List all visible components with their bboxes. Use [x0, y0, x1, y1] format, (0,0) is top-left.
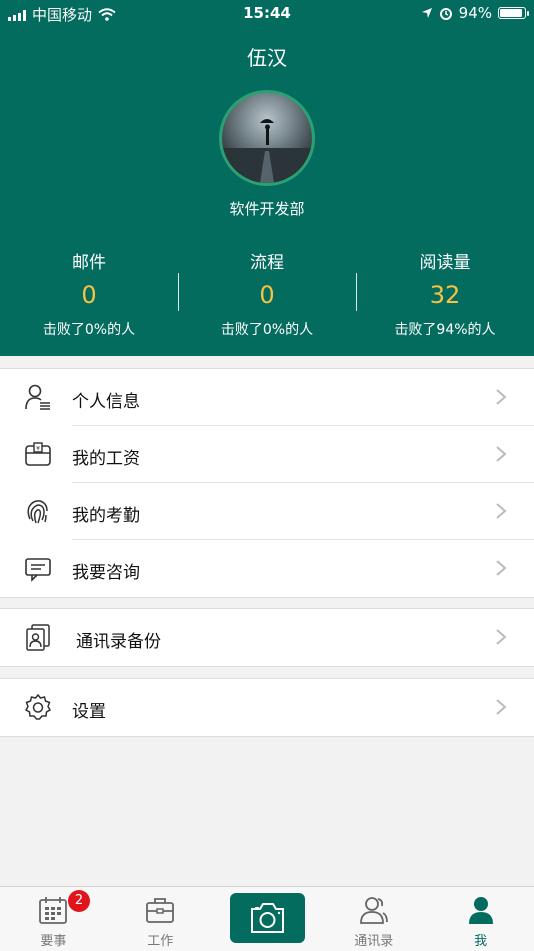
tab-contacts[interactable]: 通讯录: [320, 887, 427, 951]
menu-item-attendance[interactable]: 我的考勤: [0, 483, 534, 540]
menu-label: 个人信息: [72, 392, 140, 412]
menu-item-consult[interactable]: 我要咨询: [0, 540, 534, 597]
stat-subtitle: 击败了0%的人: [42, 322, 136, 338]
menu-group-backup: 通讯录备份: [0, 608, 534, 667]
tab-label: 通讯录: [354, 934, 394, 949]
fingerprint-icon: [27, 500, 48, 524]
message-icon: [25, 558, 51, 582]
calendar-icon: [39, 897, 68, 924]
person-icon: [468, 897, 493, 924]
tab-important[interactable]: 2 要事: [0, 887, 107, 951]
stat-value: 32: [429, 281, 461, 309]
briefcase-icon: [146, 898, 175, 923]
stat-title: 流程: [250, 253, 284, 273]
location-icon: [421, 8, 432, 18]
stat-title: 邮件: [72, 253, 106, 273]
contacts-backup-icon: [26, 624, 50, 651]
tab-me[interactable]: 我: [427, 887, 534, 951]
menu-group-profile: 个人信息 ¥ 我的工资 我的考勤 我要咨询: [0, 368, 534, 598]
battery-icon: [498, 7, 529, 19]
alarm-icon: [439, 8, 452, 20]
avatar-image: [222, 119, 312, 183]
camera-icon: [251, 903, 284, 933]
tab-work[interactable]: 工作: [107, 887, 214, 951]
stat-value: 0: [259, 281, 275, 309]
user-name: 伍汉: [247, 46, 287, 70]
status-bar: 中国移动 15:44 94%: [0, 0, 534, 28]
menu-label: 我的考勤: [72, 506, 140, 526]
wallet-icon: ¥: [25, 442, 51, 466]
chevron-right-icon: [496, 389, 507, 405]
menu-group-settings: 设置: [0, 678, 534, 737]
menu-item-salary[interactable]: ¥ 我的工资: [0, 426, 534, 483]
stat-divider: [178, 273, 179, 311]
chevron-right-icon: [496, 629, 507, 645]
notification-badge: 2: [68, 890, 90, 912]
contacts-icon: [359, 897, 388, 924]
tab-label: 工作: [147, 934, 174, 949]
gear-icon: [24, 693, 52, 720]
svg-text:¥: ¥: [36, 446, 40, 453]
stat-reads[interactable]: 阅读量 32 击败了94%的人: [356, 240, 534, 350]
profile-header: 中国移动 15:44 94% 伍汉 软件开发部 邮件 0 击败了0%的人 流程 …: [0, 0, 534, 356]
department-label: 软件开发部: [229, 200, 305, 218]
tab-label: 我: [474, 934, 488, 949]
menu-label: 我的工资: [72, 449, 140, 469]
menu-item-settings[interactable]: 设置: [0, 679, 534, 736]
avatar[interactable]: [219, 90, 315, 186]
camera-button[interactable]: [230, 893, 305, 943]
chevron-right-icon: [496, 560, 507, 576]
stat-value: 0: [81, 281, 97, 309]
stat-title: 阅读量: [419, 253, 471, 273]
chevron-right-icon: [496, 446, 507, 462]
battery-percent: 94%: [458, 4, 492, 22]
tab-label: 要事: [40, 934, 67, 949]
menu-label: 我要咨询: [72, 563, 140, 583]
stat-subtitle: 击败了0%的人: [220, 322, 314, 338]
stat-process[interactable]: 流程 0 击败了0%的人: [178, 240, 356, 350]
stat-subtitle: 击败了94%的人: [394, 322, 496, 338]
menu-item-personal-info[interactable]: 个人信息: [0, 369, 534, 426]
menu-item-contacts-backup[interactable]: 通讯录备份: [0, 609, 534, 666]
stat-divider: [356, 273, 357, 311]
chevron-right-icon: [496, 503, 507, 519]
menu-label: 设置: [72, 702, 106, 722]
chevron-right-icon: [496, 699, 507, 715]
menu-label: 通讯录备份: [76, 632, 161, 652]
person-list-icon: [25, 384, 50, 410]
stat-mail[interactable]: 邮件 0 击败了0%的人: [0, 240, 178, 350]
stats-panel: 邮件 0 击败了0%的人 流程 0 击败了0%的人 阅读量 32 击败了94%的…: [0, 240, 534, 350]
